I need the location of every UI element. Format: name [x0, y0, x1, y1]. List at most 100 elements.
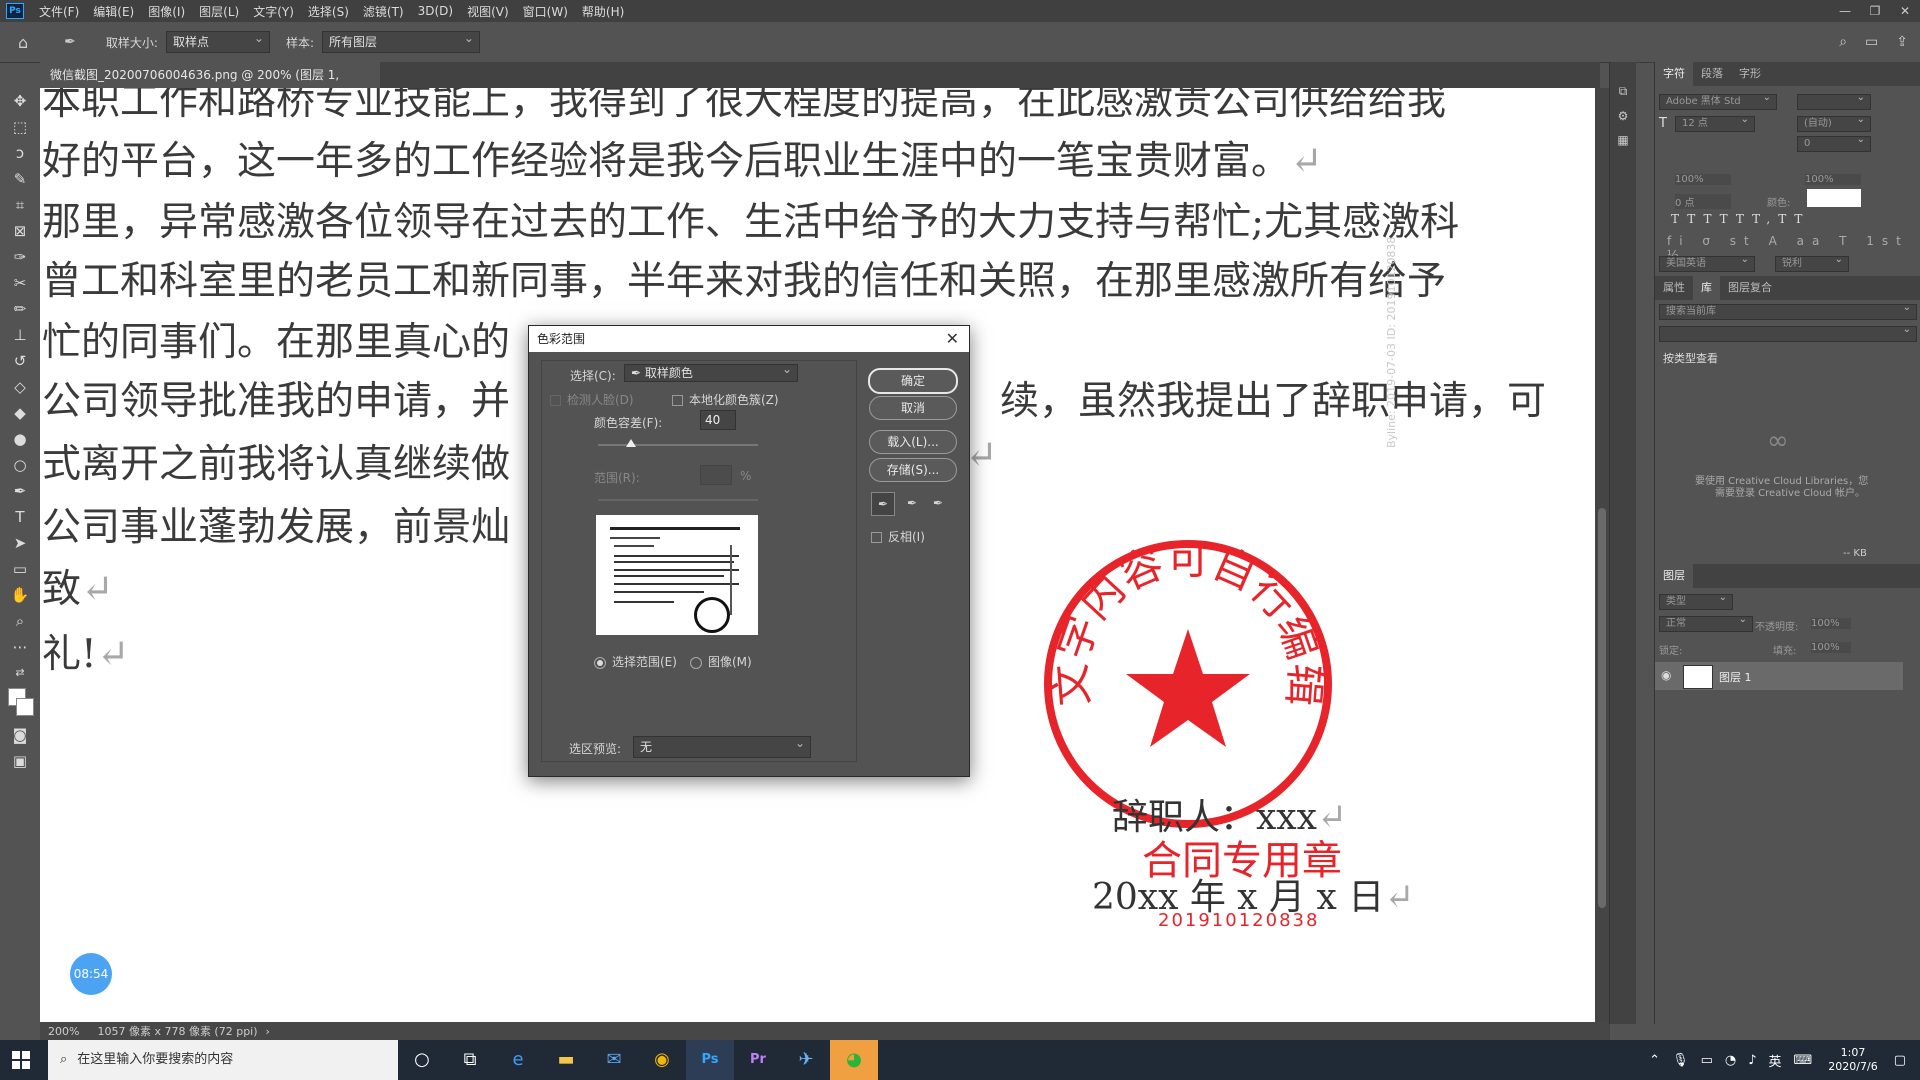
- status-chevron-icon[interactable]: ›: [266, 1025, 270, 1038]
- color-swatches[interactable]: [0, 686, 40, 722]
- type-tool-icon[interactable]: T: [0, 504, 40, 530]
- vertical-scrollbar[interactable]: [1595, 88, 1609, 1024]
- tab-libraries[interactable]: 库: [1693, 276, 1720, 300]
- localized-clusters-checkbox[interactable]: 本地化颜色簇(Z): [672, 391, 779, 408]
- eyedropper-sample-icon[interactable]: ✒: [871, 492, 895, 516]
- marquee-tool-icon[interactable]: ⬚: [0, 114, 40, 140]
- scale-vertical-input[interactable]: 100%: [1675, 174, 1731, 185]
- history-panel-icon[interactable]: ⧉: [1610, 84, 1636, 99]
- tracking-select[interactable]: 0: [1797, 133, 1871, 152]
- taskbar-search-box[interactable]: ⌕ 在这里输入你要搜索的内容: [48, 1040, 398, 1080]
- table-panel-icon[interactable]: ▦: [1610, 133, 1636, 147]
- tab-paragraph[interactable]: 段落: [1693, 62, 1731, 86]
- blur-tool-icon[interactable]: ●: [0, 426, 40, 452]
- clock[interactable]: 1:07 2020/7/6: [1818, 1046, 1887, 1074]
- menu-image[interactable]: 图像(I): [141, 3, 192, 20]
- wechat-icon[interactable]: ◕: [830, 1040, 878, 1080]
- library-search-input[interactable]: 搜索当前库: [1659, 301, 1917, 320]
- home-icon[interactable]: ⌂: [18, 33, 28, 52]
- baseline-input[interactable]: 0 点: [1675, 194, 1731, 209]
- fuzziness-slider[interactable]: [598, 444, 758, 446]
- document-tab[interactable]: 微信截图_20200706004636.png @ 200% (图层 1, RG…: [40, 62, 380, 108]
- radio-selection[interactable]: 选择范围(E): [594, 653, 677, 670]
- photoshop-taskbar-icon[interactable]: Ps: [686, 1040, 734, 1080]
- font-family-select[interactable]: Adobe 黑体 Std: [1659, 91, 1777, 110]
- fill-input[interactable]: 100%: [1811, 642, 1851, 653]
- library-select[interactable]: [1659, 323, 1917, 342]
- menu-edit[interactable]: 编辑(E): [86, 3, 141, 20]
- antialias-select[interactable]: 锐利: [1775, 253, 1849, 272]
- more-tools-icon[interactable]: ⋯: [0, 634, 40, 660]
- zoom-level[interactable]: 200%: [48, 1025, 79, 1038]
- edge-browser-icon[interactable]: e: [494, 1040, 542, 1080]
- workspace-icon[interactable]: ▭: [1865, 34, 1878, 50]
- cortana-icon[interactable]: ○: [398, 1040, 446, 1080]
- battery-icon[interactable]: ▭: [1695, 1053, 1719, 1068]
- sample-select[interactable]: 所有图层: [321, 28, 480, 53]
- background-color-swatch[interactable]: [16, 698, 34, 716]
- menu-view[interactable]: 视图(V): [460, 3, 516, 20]
- swap-colors-icon[interactable]: ⇄: [0, 660, 40, 686]
- close-window-icon[interactable]: ✕: [1890, 4, 1920, 18]
- menu-window[interactable]: 窗口(W): [516, 3, 575, 20]
- chevron-up-icon[interactable]: ⌃: [1643, 1053, 1666, 1068]
- type-style-buttons[interactable]: TTTTTT,TT: [1671, 212, 1810, 226]
- screen-mode-icon[interactable]: ▣: [0, 748, 40, 774]
- hand-tool-icon[interactable]: ✋: [0, 582, 40, 608]
- quick-select-tool-icon[interactable]: ✎: [0, 166, 40, 192]
- 3d-panel-icon[interactable]: ⚙: [1610, 109, 1636, 123]
- menu-layer[interactable]: 图层(L): [192, 3, 246, 20]
- task-view-icon[interactable]: ⧉: [446, 1040, 494, 1080]
- menu-select[interactable]: 选择(S): [301, 3, 356, 20]
- tab-layers[interactable]: 图层: [1655, 564, 1693, 588]
- lasso-tool-icon[interactable]: ↄ: [0, 140, 40, 166]
- eraser-tool-icon[interactable]: ◇: [0, 374, 40, 400]
- rectangle-tool-icon[interactable]: ▭: [0, 556, 40, 582]
- share-icon[interactable]: ⇪: [1896, 34, 1908, 50]
- library-view-select[interactable]: 按类型查看: [1663, 350, 1718, 366]
- save-button[interactable]: 存储(S)...: [869, 458, 957, 482]
- path-select-icon[interactable]: ➤: [0, 530, 40, 556]
- selection-preview-select[interactable]: 无: [633, 733, 811, 758]
- visibility-eye-icon[interactable]: ◉: [1661, 668, 1671, 682]
- menu-help[interactable]: 帮助(H): [575, 3, 631, 20]
- scale-horizontal-input[interactable]: 100%: [1805, 174, 1861, 185]
- windows-start-icon[interactable]: [12, 1051, 30, 1069]
- minimize-icon[interactable]: —: [1830, 4, 1860, 18]
- chrome-icon[interactable]: ◉: [638, 1040, 686, 1080]
- eyedropper-subtract-icon[interactable]: ✒: [927, 492, 949, 514]
- font-size-select[interactable]: 12 点: [1675, 113, 1755, 132]
- microphone-icon[interactable]: 🎙: [1666, 1053, 1695, 1068]
- menu-3d[interactable]: 3D(D): [411, 4, 460, 18]
- load-button[interactable]: 载入(L)...: [869, 430, 957, 454]
- dodge-tool-icon[interactable]: ○: [0, 452, 40, 478]
- timer-badge[interactable]: 08:54: [70, 953, 112, 995]
- photoshop-logo-icon[interactable]: Ps: [6, 3, 24, 19]
- close-icon[interactable]: ✕: [946, 326, 959, 352]
- brush-tool-icon[interactable]: ✏: [0, 296, 40, 322]
- sample-size-select[interactable]: 取样点: [165, 28, 270, 53]
- quick-mask-icon[interactable]: ◙: [0, 722, 40, 748]
- notifications-icon[interactable]: ▢: [1888, 1053, 1920, 1068]
- crop-tool-icon[interactable]: ⌗: [0, 192, 40, 218]
- invert-checkbox[interactable]: 反相(I): [871, 528, 925, 545]
- ok-button[interactable]: 确定: [868, 368, 958, 394]
- layer-row[interactable]: ◉ 图层 1: [1655, 662, 1903, 690]
- menu-type[interactable]: 文字(Y): [246, 3, 301, 20]
- paint-bucket-icon[interactable]: ◆: [0, 400, 40, 426]
- language-select[interactable]: 美国英语: [1659, 253, 1755, 272]
- move-tool-icon[interactable]: ✥: [0, 88, 40, 114]
- pen-tool-icon[interactable]: ✒: [0, 478, 40, 504]
- fuzziness-input[interactable]: 40: [700, 410, 736, 430]
- restore-icon[interactable]: ❐: [1860, 4, 1890, 18]
- text-color-swatch[interactable]: [1807, 189, 1861, 207]
- opacity-input[interactable]: 100%: [1811, 618, 1851, 629]
- network-icon[interactable]: ◔: [1719, 1053, 1742, 1068]
- volume-icon[interactable]: ♪: [1742, 1053, 1762, 1068]
- file-explorer-icon[interactable]: ▬: [542, 1040, 590, 1080]
- zoom-tool-icon[interactable]: ⌕: [0, 608, 40, 634]
- leading-select[interactable]: (自动): [1797, 113, 1871, 132]
- select-dropdown[interactable]: ✒ 取样颜色: [624, 361, 798, 382]
- stamp-tool-icon[interactable]: ⊥: [0, 322, 40, 348]
- tab-glyphs[interactable]: 字形: [1731, 62, 1769, 86]
